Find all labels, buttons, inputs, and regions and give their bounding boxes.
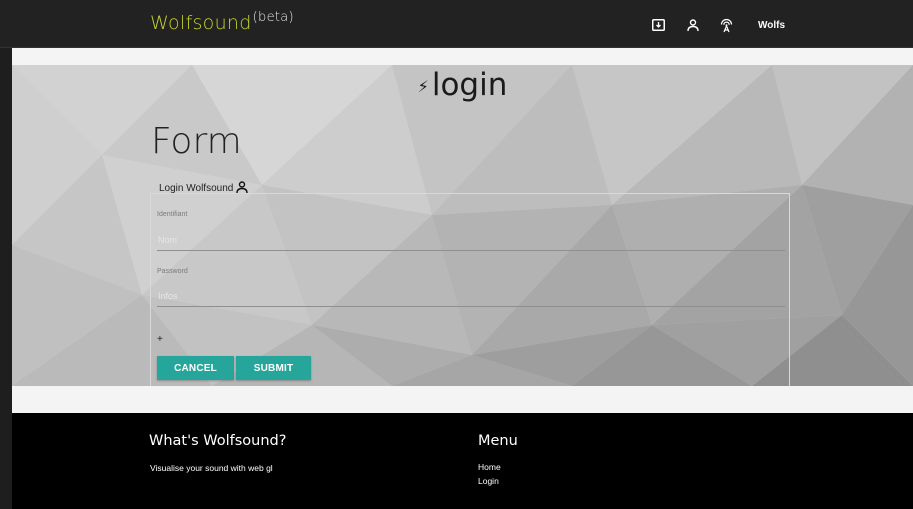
user-icon	[236, 181, 249, 194]
footer-about-title: What's Wolfsound?	[149, 433, 287, 449]
submit-button[interactable]: SUBMIT	[236, 356, 311, 380]
lightning-bolt-icon: ⚡	[417, 77, 429, 96]
fieldset-legend: Login Wolfsound	[157, 181, 250, 194]
footer-link-home[interactable]: Home	[478, 462, 501, 472]
footer-about-text: Visualise your sound with web gl	[150, 463, 273, 473]
top-navbar: Wolfsound(beta) Wolfs	[0, 0, 913, 48]
main-content: ⚡login Form Login Wolfsound Identifiant …	[12, 48, 913, 413]
password-label: Password	[157, 268, 188, 275]
identifiant-label: Identifiant	[157, 211, 188, 218]
brand-name: Wolfsound	[150, 12, 252, 34]
footer: What's Wolfsound? Visualise your sound w…	[12, 413, 913, 509]
footer-menu-title: Menu	[478, 433, 518, 449]
left-edge-strip	[0, 0, 12, 509]
user-icon[interactable]	[687, 18, 699, 32]
footer-link-login[interactable]: Login	[478, 476, 499, 486]
cancel-button[interactable]: CANCEL	[157, 356, 234, 380]
navbar-icon-group	[652, 16, 734, 34]
identifiant-input[interactable]	[157, 229, 785, 251]
form-heading: Form	[151, 121, 242, 162]
hero-section: ⚡login Form Login Wolfsound Identifiant …	[12, 65, 913, 386]
brand-beta-tag: (beta)	[252, 10, 294, 25]
add-field-button[interactable]: +	[157, 334, 163, 345]
brand-logo[interactable]: Wolfsound(beta)	[150, 10, 294, 34]
download-box-icon[interactable]	[652, 19, 665, 31]
fieldset-legend-text: Login Wolfsound	[159, 183, 234, 194]
password-input[interactable]	[157, 285, 785, 307]
wireless-tower-icon[interactable]	[719, 18, 734, 33]
hero-title: ⚡login	[12, 67, 913, 103]
hero-title-text: login	[431, 67, 508, 103]
navbar-user-name[interactable]: Wolfs	[758, 20, 785, 31]
